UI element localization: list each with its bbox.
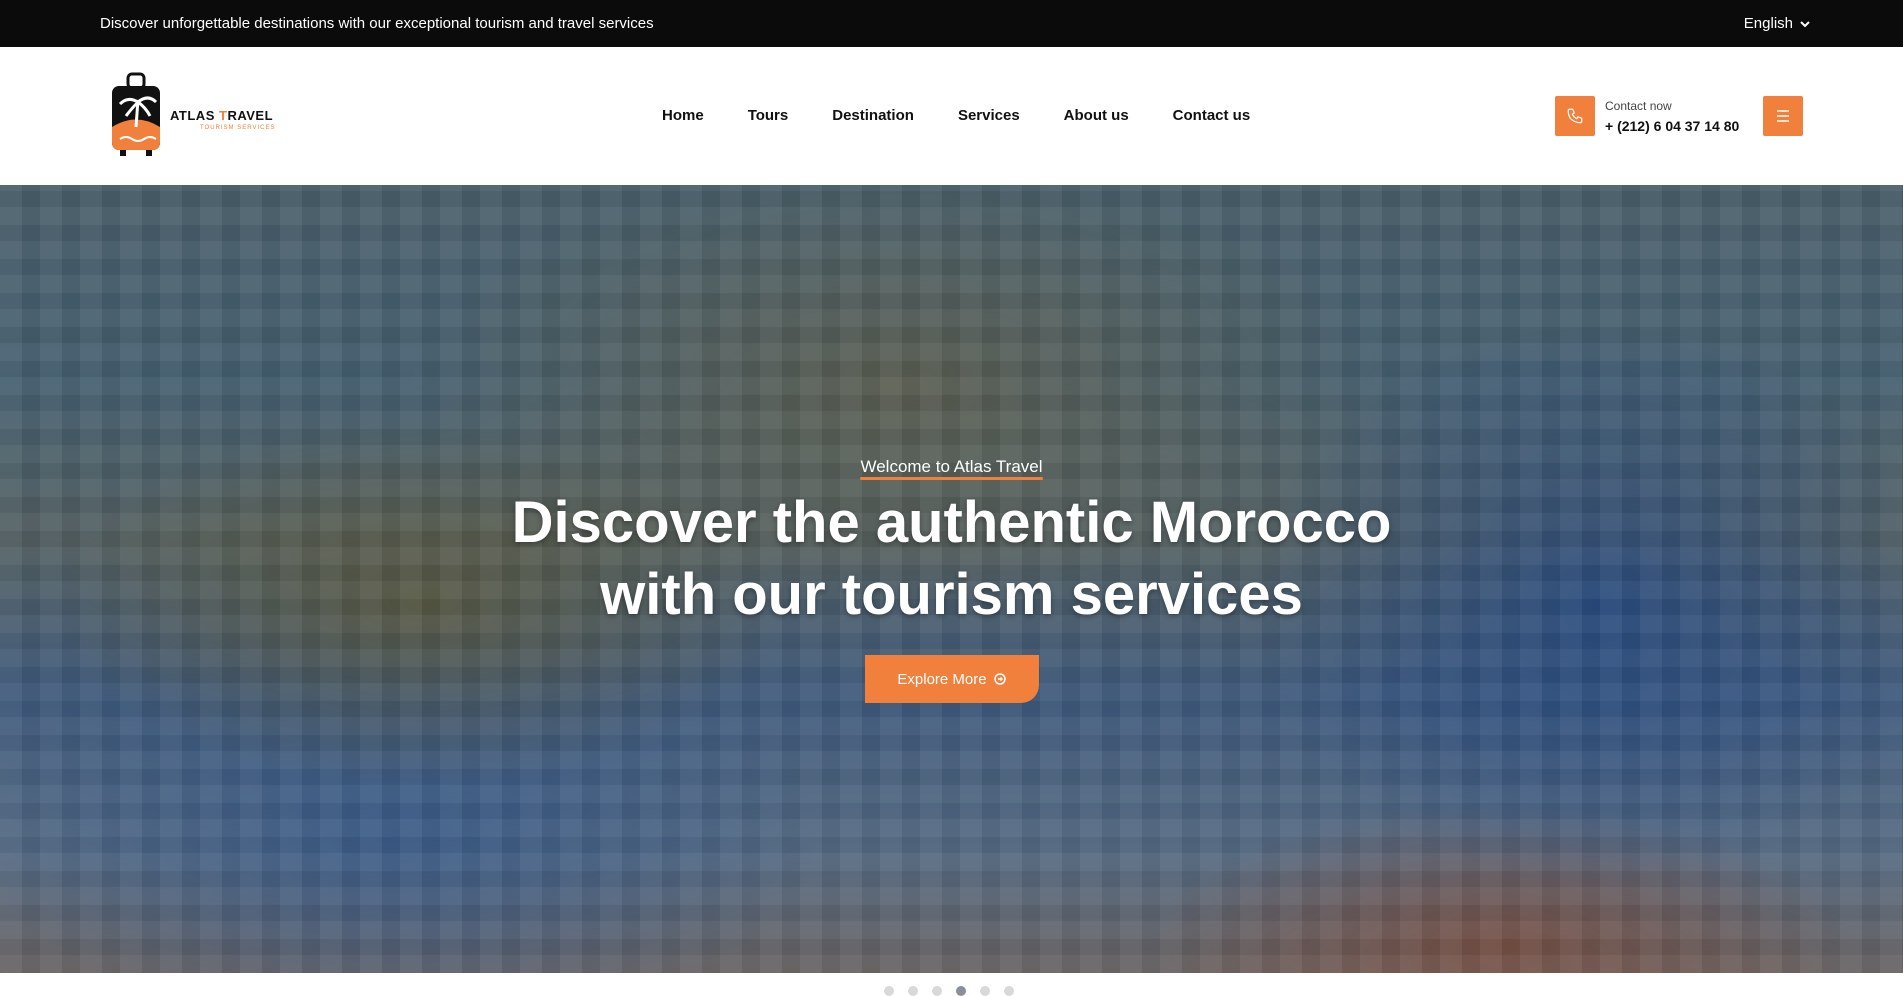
nav-services[interactable]: Services (936, 107, 1042, 124)
top-bar: Discover unforgettable destinations with… (0, 0, 1903, 47)
arrow-circle-icon (993, 673, 1006, 685)
contact-block: Contact now + (212) 6 04 37 14 80 (1555, 96, 1739, 136)
language-label: English (1743, 15, 1793, 32)
explore-more-label: Explore More (897, 670, 987, 688)
nav-tours[interactable]: Tours (726, 107, 811, 124)
hero-headline: Discover the authentic Morocco with our … (0, 487, 1903, 631)
phone-button[interactable] (1555, 96, 1595, 136)
contact-phone[interactable]: + (212) 6 04 37 14 80 (1605, 118, 1739, 134)
logo-brand: ATLAS TRAVEL (170, 108, 274, 123)
language-selector[interactable]: English (1744, 15, 1811, 32)
menu-button[interactable] (1763, 96, 1803, 136)
hero-content: Welcome to Atlas Travel Discover the aut… (0, 185, 1903, 973)
logo-tagline: TOURISM SERVICES (200, 125, 276, 131)
hero-headline-line-2: with our tourism services (600, 562, 1303, 627)
site-header: ATLAS TRAVEL TOURISM SERVICES Home Tours… (0, 47, 1903, 185)
nav-destination[interactable]: Destination (810, 107, 936, 124)
phone-icon (1567, 108, 1583, 124)
nav-contact-us[interactable]: Contact us (1151, 107, 1273, 124)
slider-dot-3[interactable] (932, 986, 942, 996)
main-nav: Home Tours Destination Services About us… (640, 107, 1272, 124)
suitcase-palm-logo-icon (112, 72, 160, 156)
slider-dot-5[interactable] (980, 986, 990, 996)
hero-welcome: Welcome to Atlas Travel (860, 457, 1043, 480)
contact-label: Contact now (1605, 98, 1672, 113)
hamburger-icon (1777, 110, 1789, 122)
hero-banner: Welcome to Atlas Travel Discover the aut… (0, 185, 1903, 973)
hero-headline-line-1: Discover the authentic Morocco (511, 490, 1392, 555)
logo[interactable]: ATLAS TRAVEL TOURISM SERVICES (110, 72, 280, 158)
slider-dot-4[interactable] (956, 986, 966, 996)
chevron-down-icon (1800, 20, 1810, 27)
top-bar-message: Discover unforgettable destinations with… (100, 15, 654, 32)
slider-dot-2[interactable] (908, 986, 918, 996)
explore-more-button[interactable]: Explore More (865, 655, 1039, 703)
nav-home[interactable]: Home (640, 107, 726, 124)
nav-about-us[interactable]: About us (1042, 107, 1151, 124)
slider-dots (884, 986, 1014, 996)
slider-dot-1[interactable] (884, 986, 894, 996)
slider-dot-6[interactable] (1004, 986, 1014, 996)
